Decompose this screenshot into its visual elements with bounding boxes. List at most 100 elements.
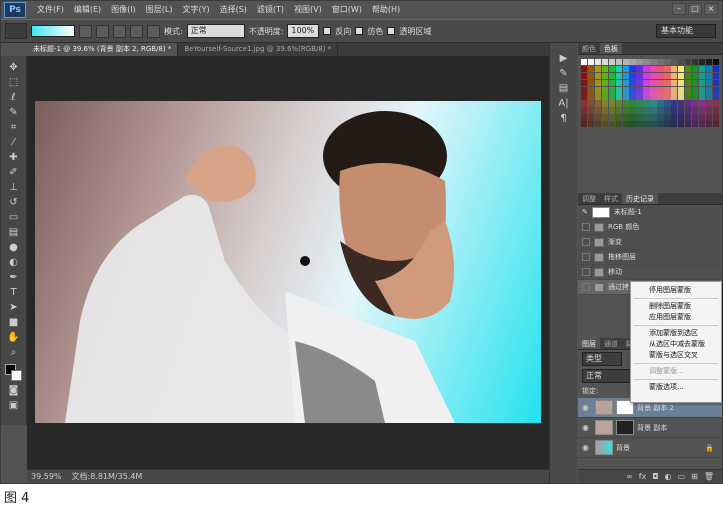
color-swatch[interactable] (615, 121, 623, 128)
color-swatch[interactable] (622, 121, 629, 128)
color-swatch[interactable] (650, 121, 657, 128)
transparency-checkbox[interactable] (387, 27, 396, 35)
color-swatch[interactable] (677, 107, 685, 114)
tab-layers[interactable]: 图层 (578, 338, 600, 349)
color-swatch[interactable] (615, 79, 623, 87)
color-swatch[interactable] (636, 59, 643, 66)
color-swatch[interactable] (594, 107, 602, 114)
color-swatch[interactable] (712, 72, 719, 80)
color-swatch[interactable] (587, 72, 595, 80)
color-swatch[interactable] (684, 72, 692, 80)
color-swatch[interactable] (712, 107, 719, 114)
menu-image[interactable]: 图像(I) (106, 1, 141, 19)
menu-delete-mask[interactable]: 删除图层蒙版 (631, 301, 721, 312)
color-swatch[interactable] (581, 107, 588, 114)
color-swatch[interactable] (581, 79, 588, 87)
color-swatch[interactable] (629, 107, 636, 114)
color-swatch[interactable] (691, 107, 699, 114)
color-swatch[interactable] (636, 93, 643, 100)
color-swatch[interactable] (664, 107, 671, 114)
color-swatch[interactable] (691, 93, 699, 100)
color-swatch[interactable] (650, 107, 657, 114)
color-swatch[interactable] (705, 86, 713, 93)
clone-stamp-tool-icon[interactable]: ⊥ (6, 180, 22, 194)
color-swatch[interactable] (657, 107, 664, 114)
color-swatch[interactable] (677, 86, 685, 93)
mask-icon[interactable]: ◘ (652, 470, 658, 483)
history-item[interactable]: 移动 (578, 265, 722, 280)
color-swatch[interactable] (712, 59, 719, 66)
color-swatch[interactable] (629, 114, 636, 121)
color-swatch[interactable] (671, 100, 678, 107)
color-swatch[interactable] (712, 79, 719, 87)
color-swatch[interactable] (587, 86, 595, 93)
color-swatch[interactable] (712, 100, 719, 107)
fx-icon[interactable]: fx (639, 470, 647, 483)
blur-tool-icon[interactable]: ● (6, 240, 22, 254)
color-swatch[interactable] (698, 72, 706, 80)
color-swatch[interactable] (657, 93, 664, 100)
background-color[interactable] (10, 370, 22, 381)
color-swatch[interactable] (705, 100, 713, 107)
color-swatch[interactable] (643, 107, 650, 114)
color-swatch[interactable] (636, 107, 643, 114)
tab-swatches[interactable]: 色板 (600, 43, 622, 54)
minimize-button[interactable]: – (672, 3, 686, 15)
color-swatch[interactable] (594, 59, 602, 66)
color-swatch[interactable] (664, 100, 671, 107)
color-swatch[interactable] (629, 72, 636, 80)
color-swatch[interactable] (608, 86, 616, 93)
color-swatch[interactable] (698, 86, 706, 93)
layer-filter-select[interactable]: 类型 (582, 352, 622, 366)
color-swatch[interactable] (671, 65, 678, 73)
color-swatch[interactable] (643, 100, 650, 107)
gradient-tool-icon[interactable]: ▤ (6, 225, 22, 239)
color-swatch[interactable] (671, 121, 678, 128)
color-swatch[interactable] (657, 65, 664, 73)
color-swatch[interactable] (712, 65, 719, 73)
color-swatch[interactable] (608, 59, 616, 66)
menu-apply-mask[interactable]: 应用图层蒙版 (631, 312, 721, 323)
color-swatch[interactable] (622, 107, 629, 114)
color-swatch[interactable] (671, 59, 678, 66)
color-swatch[interactable] (691, 79, 699, 87)
color-swatch[interactable] (601, 93, 609, 100)
color-swatch[interactable] (705, 79, 713, 87)
brush-tool-icon[interactable]: ✐ (6, 165, 22, 179)
color-swatch[interactable] (671, 93, 678, 100)
color-swatch[interactable] (691, 100, 699, 107)
color-swatch[interactable] (594, 93, 602, 100)
menu-type[interactable]: 文字(Y) (177, 1, 214, 19)
color-swatch[interactable] (581, 114, 588, 121)
color-swatch[interactable] (684, 79, 692, 87)
color-swatch[interactable] (608, 93, 616, 100)
color-swatch[interactable] (601, 72, 609, 80)
color-swatch[interactable] (684, 86, 692, 93)
color-swatch[interactable] (608, 79, 616, 87)
color-swatch[interactable] (594, 72, 602, 80)
color-swatch[interactable] (608, 121, 616, 128)
color-swatch[interactable] (587, 59, 595, 66)
eraser-tool-icon[interactable]: ▭ (6, 210, 22, 224)
color-swatch[interactable] (671, 107, 678, 114)
color-swatch[interactable] (671, 86, 678, 93)
color-swatch[interactable] (657, 114, 664, 121)
tool-preset-picker[interactable] (5, 23, 27, 39)
color-swatch[interactable] (581, 59, 588, 66)
menu-view[interactable]: 视图(V) (289, 1, 327, 19)
color-swatch[interactable] (581, 100, 588, 107)
color-swatch[interactable] (691, 86, 699, 93)
history-item[interactable]: 拖移图层 (578, 250, 722, 265)
color-swatch[interactable] (698, 65, 706, 73)
tab-channels[interactable]: 通道 (600, 338, 622, 349)
color-swatch[interactable] (650, 114, 657, 121)
color-swatch[interactable] (629, 65, 636, 73)
color-swatch[interactable] (601, 79, 609, 87)
color-swatch[interactable] (698, 93, 706, 100)
color-swatch[interactable] (581, 93, 588, 100)
history-brush-tool-icon[interactable]: ↺ (6, 195, 22, 209)
canvas-area[interactable] (27, 56, 549, 469)
color-swatch[interactable] (622, 59, 629, 66)
menu-layer[interactable]: 图层(L) (141, 1, 178, 19)
visibility-eye-icon[interactable]: ◉ (582, 443, 592, 452)
